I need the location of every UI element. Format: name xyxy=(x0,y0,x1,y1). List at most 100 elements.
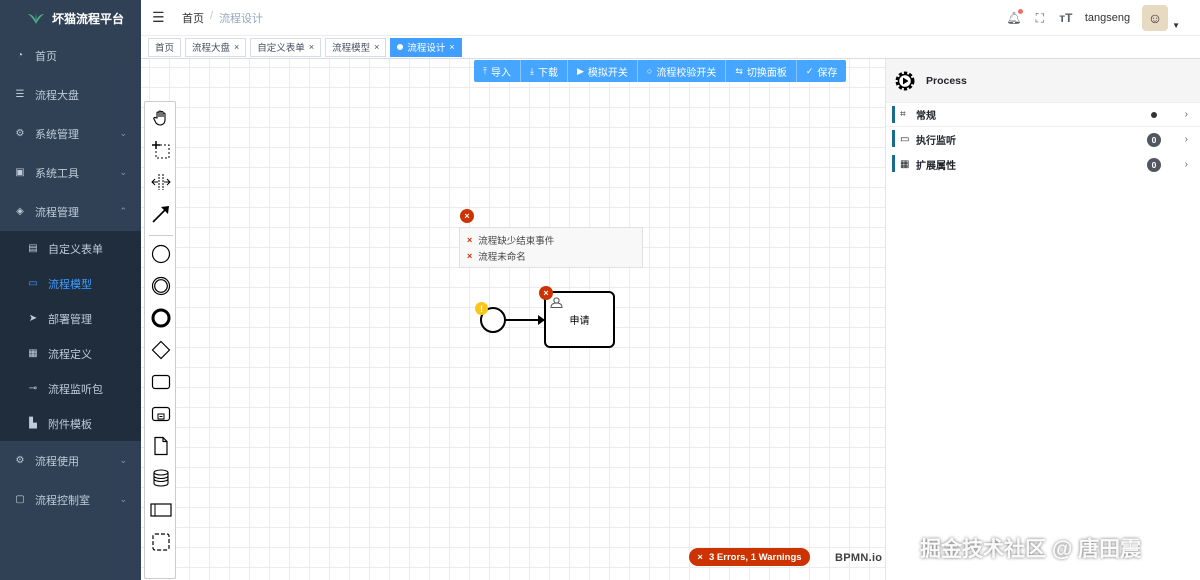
breadcrumb-home[interactable]: 首页 xyxy=(182,10,204,26)
panel-title: Process xyxy=(926,74,967,87)
sidebar-item-system-management[interactable]: ⚙ 系统管理 ⌄ xyxy=(0,114,141,153)
chevron-down-icon: ⌄ xyxy=(119,494,127,504)
validation-summary-text: 3 Errors, 1 Warnings xyxy=(708,551,802,563)
data-store-icon[interactable] xyxy=(150,467,172,489)
hand-tool-icon[interactable] xyxy=(150,107,172,129)
sidebar-item-system-tools[interactable]: ▣ 系统工具 ⌄ xyxy=(0,153,141,192)
sidebar-item-label: 流程定义 xyxy=(48,348,92,361)
notification-dot xyxy=(1017,9,1023,14)
task-icon[interactable] xyxy=(150,371,172,393)
tag-home[interactable]: 首页 xyxy=(148,37,182,57)
validation-summary-badge[interactable]: × 3 Errors, 1 Warnings xyxy=(689,548,810,566)
tag-custom-form[interactable]: 自定义表单 × xyxy=(250,37,322,57)
breadcrumb-separator: / xyxy=(210,9,214,22)
validation-toggle-button[interactable]: ○ 流程校验开关 xyxy=(638,60,727,82)
send-icon: ➤ xyxy=(28,313,38,324)
intermediate-event-icon[interactable] xyxy=(150,275,172,297)
group-icon[interactable] xyxy=(150,531,172,553)
group-extension-properties[interactable]: ▦ 扩展属性 0 › xyxy=(886,152,1200,177)
data-object-icon[interactable] xyxy=(150,435,172,457)
form-icon: ▤ xyxy=(28,243,38,254)
caret-down-icon[interactable]: ▼ xyxy=(1172,21,1180,30)
button-label: 导入 xyxy=(490,67,511,79)
tag-label: 首页 xyxy=(155,43,175,54)
sidebar-item-custom-form[interactable]: ▤ 自定义表单 xyxy=(0,231,141,266)
sidebar-item-label: 流程模型 xyxy=(48,278,92,291)
font-size-icon[interactable]: тT xyxy=(1059,11,1073,25)
button-label: 保存 xyxy=(817,67,838,79)
circle-icon: ○ xyxy=(646,66,653,76)
start-event-icon[interactable] xyxy=(150,243,172,265)
avatar[interactable]: ☺ xyxy=(1142,5,1169,31)
chevron-down-icon: ⌄ xyxy=(119,128,127,138)
sidebar-item-flow-definition[interactable]: ▦ 流程定义 xyxy=(0,336,141,371)
flow-management-submenu: ▤ 自定义表单 ▭ 流程模型 ➤ 部署管理 ▦ 流程定义 ⊸ 流程监听包 ▙ 附… xyxy=(0,231,141,441)
sidebar-item-listener-package[interactable]: ⊸ 流程监听包 xyxy=(0,371,141,406)
task-error-icon[interactable]: × xyxy=(539,286,553,300)
sidebar-item-label: 流程管理 xyxy=(35,206,79,219)
close-icon[interactable]: × xyxy=(449,42,454,52)
end-event-icon[interactable] xyxy=(150,307,172,329)
sidebar-item-flow-dashboard[interactable]: ☰ 流程大盘 xyxy=(0,75,141,114)
bell-icon[interactable]: 🔔︎ xyxy=(1006,9,1023,25)
sidebar-item-flow-control-room[interactable]: ▢ 流程控制室 ⌄ xyxy=(0,480,141,519)
error-message: 流程未命名 xyxy=(478,252,526,263)
gear-icon: ⚙ xyxy=(15,455,25,466)
save-button[interactable]: ✓ 保存 xyxy=(797,60,847,82)
sequence-flow[interactable] xyxy=(506,319,540,321)
sidebar-item-flow-usage[interactable]: ⚙ 流程使用 ⌄ xyxy=(0,441,141,480)
grid-icon: ▦ xyxy=(900,159,910,170)
fullscreen-icon[interactable]: ⛶ xyxy=(1033,11,1047,25)
close-icon[interactable]: × xyxy=(309,42,314,52)
chevron-down-icon: ⌄ xyxy=(119,455,127,465)
user-task[interactable]: 申请 xyxy=(544,291,615,348)
tag-label: 流程模型 xyxy=(332,43,371,54)
warning-icon[interactable]: ! xyxy=(475,302,488,315)
play-icon: ▶ xyxy=(576,65,584,76)
tag-flow-model[interactable]: 流程模型 × xyxy=(325,37,387,57)
subprocess-icon[interactable] xyxy=(150,403,172,425)
toggle-icon: ⊸ xyxy=(28,383,38,394)
switch-panel-button[interactable]: ⇆ 切换面板 xyxy=(726,60,797,82)
tag-flow-dashboard[interactable]: 流程大盘 × xyxy=(185,37,247,57)
gateway-icon[interactable] xyxy=(150,339,172,361)
chevron-up-icon: ⌃ xyxy=(119,206,127,216)
chevron-right-icon: › xyxy=(1184,134,1188,145)
general-icon: ⌗ xyxy=(900,109,906,120)
app-logo[interactable]: 坏猫流程平台 xyxy=(0,0,141,36)
hamburger-icon[interactable]: ☰ xyxy=(152,9,166,26)
lasso-tool-icon[interactable] xyxy=(150,139,172,161)
group-execution-listener[interactable]: ▭ 执行监听 0 › xyxy=(886,127,1200,152)
import-button[interactable]: ⤒ 导入 xyxy=(474,60,521,82)
sidebar-item-label: 自定义表单 xyxy=(48,243,103,256)
listener-icon: ▭ xyxy=(900,134,910,145)
username[interactable]: tangseng xyxy=(1085,12,1130,24)
simulation-toggle-button[interactable]: ▶ 模拟开关 xyxy=(568,60,638,82)
app-title: 坏猫流程平台 xyxy=(52,11,125,26)
bpmn-io-logo[interactable]: BPMN.io xyxy=(835,552,882,564)
tag-flow-design[interactable]: 流程设计 × xyxy=(390,37,462,57)
bpmn-canvas[interactable]: ⤒ 导入 ⤓ 下载 ▶ 模拟开关 ○ 流程校验开关 ⇆ 切换面板 ✓ 保存 × … xyxy=(141,59,885,580)
switch-icon: ⇆ xyxy=(735,65,743,76)
connect-tool-icon[interactable] xyxy=(150,203,172,225)
download-button[interactable]: ⤓ 下载 xyxy=(521,60,568,82)
close-icon[interactable]: × xyxy=(374,42,379,52)
tags-view: 首页 流程大盘 × 自定义表单 × 流程模型 × 流程设计 × xyxy=(141,36,1200,59)
button-label: 切换面板 xyxy=(746,67,787,79)
group-general[interactable]: ⌗ 常规 › xyxy=(886,102,1200,127)
space-tool-icon[interactable] xyxy=(150,171,172,193)
process-error-icon[interactable]: × xyxy=(460,209,474,223)
sidebar-item-deployment[interactable]: ➤ 部署管理 xyxy=(0,301,141,336)
sidebar-item-attachment-template[interactable]: ▙ 附件模板 xyxy=(0,406,141,441)
sidebar-item-flow-management[interactable]: ◈ 流程管理 ⌃ xyxy=(0,192,141,231)
sidebar-item-flow-model[interactable]: ▭ 流程模型 xyxy=(0,266,141,301)
designer-toolbar: ⤒ 导入 ⤓ 下载 ▶ 模拟开关 ○ 流程校验开关 ⇆ 切换面板 ✓ 保存 xyxy=(474,60,847,82)
validation-popup: × 流程缺少结束事件 × 流程未命名 xyxy=(459,227,643,268)
process-gear-icon xyxy=(895,71,915,90)
sidebar-item-label: 系统工具 xyxy=(35,167,79,180)
chevron-down-icon: ⌄ xyxy=(119,167,127,177)
pool-icon[interactable] xyxy=(150,499,172,521)
chevron-right-icon: › xyxy=(1184,109,1188,120)
close-icon[interactable]: × xyxy=(234,42,239,52)
sidebar-item-home[interactable]: ◔ 首页 xyxy=(0,36,141,75)
